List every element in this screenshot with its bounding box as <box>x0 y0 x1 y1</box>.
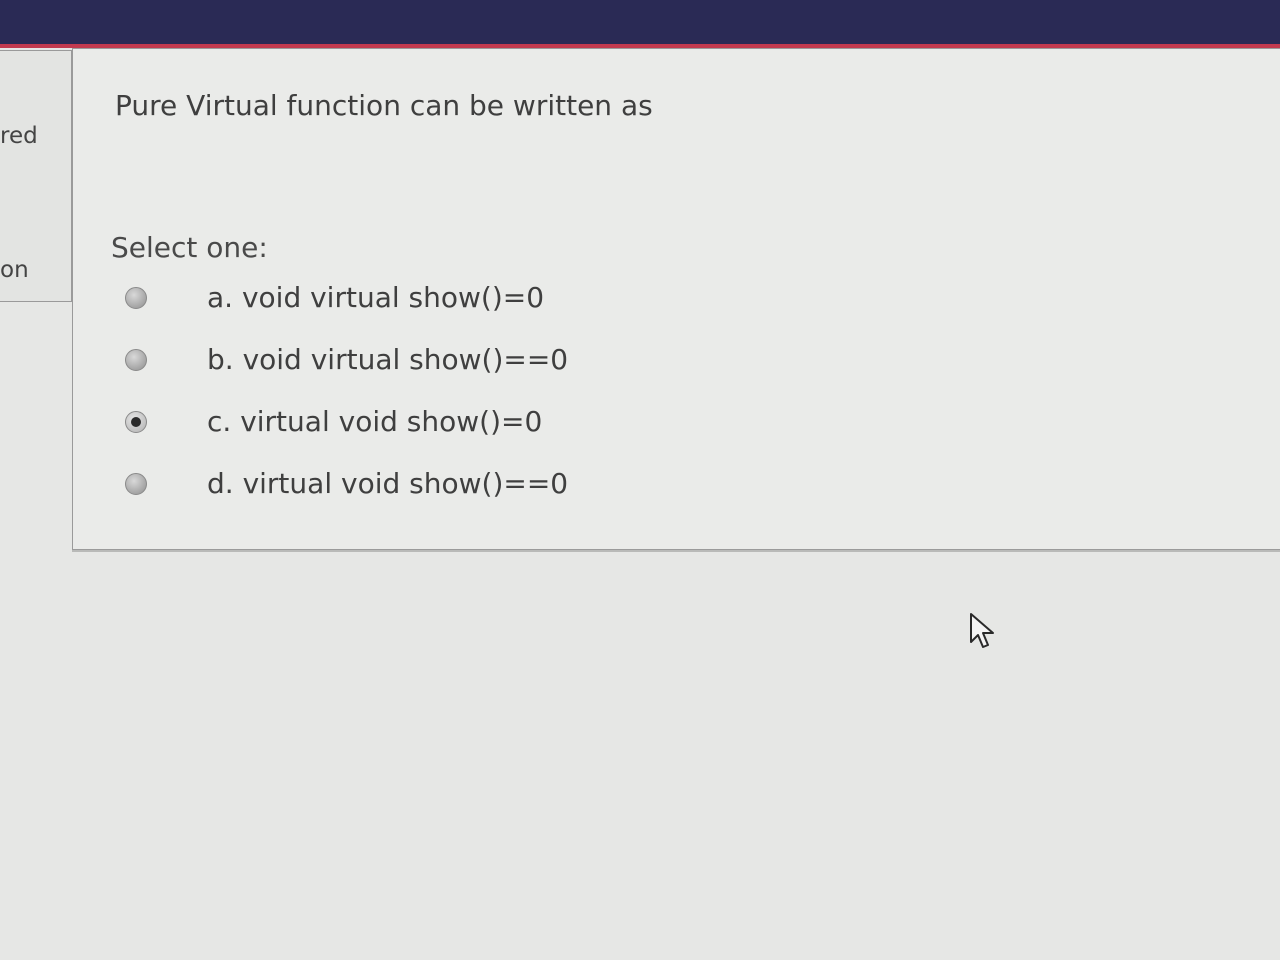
answer-option-b[interactable]: b. void virtual show()==0 <box>121 343 641 383</box>
mouse-pointer-icon <box>970 613 994 648</box>
radio-button-icon[interactable] <box>125 411 147 433</box>
question-card: Pure Virtual function can be written as … <box>72 48 1280 550</box>
top-navigation-bar <box>0 0 1280 46</box>
flag-question-link[interactable]: on <box>0 257 29 283</box>
question-info-panel: red on <box>0 50 72 302</box>
answer-option-label[interactable]: b. void virtual show()==0 <box>207 343 568 376</box>
answer-option-c[interactable]: c. virtual void show()=0 <box>121 405 641 445</box>
answer-option-a[interactable]: a. void virtual show()=0 <box>121 281 641 321</box>
radio-button-icon[interactable] <box>125 287 147 309</box>
question-text: Pure Virtual function can be written as <box>115 89 653 122</box>
question-status-text: red <box>0 123 38 149</box>
select-one-prompt: Select one: <box>111 231 268 264</box>
answer-option-label[interactable]: d. virtual void show()==0 <box>207 467 568 500</box>
answer-option-d[interactable]: d. virtual void show()==0 <box>121 467 641 507</box>
radio-button-icon[interactable] <box>125 349 147 371</box>
answer-option-label[interactable]: c. virtual void show()=0 <box>207 405 542 438</box>
radio-button-icon[interactable] <box>125 473 147 495</box>
answer-option-label[interactable]: a. void virtual show()=0 <box>207 281 544 314</box>
